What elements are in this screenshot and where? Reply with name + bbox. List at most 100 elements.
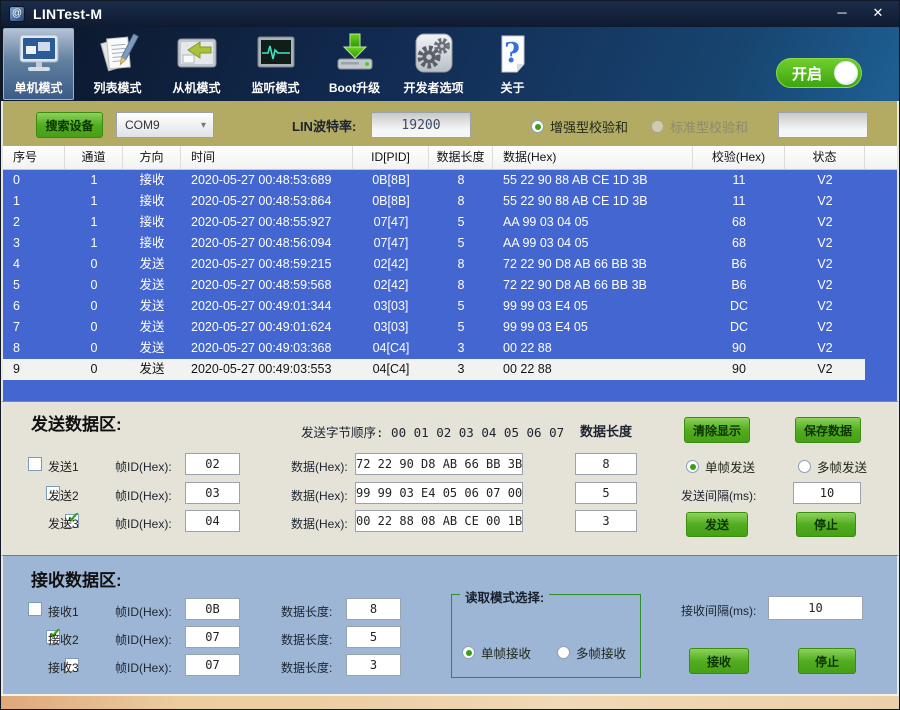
cell-time: 2020-05-27 00:48:59:568 bbox=[181, 275, 353, 296]
cell-checksum: DC bbox=[693, 317, 785, 338]
single-frame-send-label: 单帧发送 bbox=[705, 457, 755, 476]
table-row[interactable]: 4 0 发送 2020-05-27 00:48:59:215 02[42] 8 … bbox=[3, 254, 865, 275]
cell-status: V2 bbox=[785, 338, 865, 359]
cell-status: V2 bbox=[785, 170, 865, 191]
cell-checksum: 68 bbox=[693, 212, 785, 233]
cell-id-pid: 02[42] bbox=[353, 254, 429, 275]
multi-frame-send-radio[interactable]: 多帧发送 bbox=[798, 457, 867, 476]
toolbar-item-about[interactable]: ? 关于 bbox=[477, 28, 548, 100]
radio-dot bbox=[462, 646, 475, 659]
receive-button[interactable]: 接收 bbox=[689, 648, 749, 674]
enhanced-checksum-radio[interactable]: 增强型校验和 bbox=[531, 117, 628, 136]
toolbar-item-listen-mode[interactable]: 监听模式 bbox=[240, 28, 311, 100]
send2-frame-id-input[interactable] bbox=[185, 482, 240, 504]
receive1-frame-id-input[interactable] bbox=[185, 598, 240, 620]
cell-channel: 1 bbox=[65, 170, 123, 191]
search-device-button[interactable]: 搜索设备 bbox=[36, 112, 103, 138]
send1-data-input[interactable] bbox=[355, 453, 523, 475]
cell-data-length: 8 bbox=[429, 191, 493, 212]
cell-direction: 发送 bbox=[123, 317, 181, 338]
send-interval-input[interactable] bbox=[793, 482, 861, 504]
data-length-label: 数据长度: bbox=[281, 631, 332, 648]
close-button[interactable]: ✕ bbox=[863, 4, 893, 24]
table-row[interactable]: 9 0 发送 2020-05-27 00:49:03:553 04[C4] 3 … bbox=[3, 359, 865, 380]
table-row[interactable]: 5 0 发送 2020-05-27 00:48:59:568 02[42] 8 … bbox=[3, 275, 865, 296]
cell-checksum: 68 bbox=[693, 233, 785, 254]
table-row[interactable]: 3 1 接收 2020-05-27 00:48:56:094 07[47] 5 … bbox=[3, 233, 865, 254]
cell-status: V2 bbox=[785, 191, 865, 212]
receive-interval-label: 接收间隔(ms): bbox=[681, 602, 756, 619]
send1-length-input[interactable] bbox=[575, 453, 637, 475]
clear-display-button[interactable]: 清除显示 bbox=[684, 417, 750, 443]
send1-checkbox[interactable] bbox=[28, 457, 42, 471]
standard-checksum-label: 标准型校验和 bbox=[670, 117, 748, 136]
cell-index: 6 bbox=[3, 296, 65, 317]
cell-status: V2 bbox=[785, 317, 865, 338]
send-stop-button[interactable]: 停止 bbox=[796, 512, 856, 537]
toolbar-item-list-mode[interactable]: 列表模式 bbox=[82, 28, 153, 100]
cell-checksum: 90 bbox=[693, 359, 785, 380]
receive-stop-button[interactable]: 停止 bbox=[798, 648, 856, 674]
receive2-length-input[interactable] bbox=[346, 626, 401, 648]
minimize-button[interactable]: ─ bbox=[827, 4, 857, 24]
baud-rate-input[interactable] bbox=[371, 112, 471, 138]
data-length-header: 数据长度 bbox=[568, 421, 644, 440]
cell-id-pid: 07[47] bbox=[353, 212, 429, 233]
send1-frame-id-input[interactable] bbox=[185, 453, 240, 475]
frame-id-label: 帧ID(Hex): bbox=[115, 515, 172, 532]
receive2-frame-id-input[interactable] bbox=[185, 626, 240, 648]
cell-id-pid: 0B[8B] bbox=[353, 191, 429, 212]
receive-interval-input[interactable] bbox=[768, 596, 863, 620]
frame-id-label: 帧ID(Hex): bbox=[115, 487, 172, 504]
table-row[interactable]: 6 0 发送 2020-05-27 00:49:01:344 03[03] 5 … bbox=[3, 296, 865, 317]
data-hex-label: 数据(Hex): bbox=[291, 458, 348, 475]
single-frame-receive-radio[interactable]: 单帧接收 bbox=[462, 643, 531, 662]
save-data-button[interactable]: 保存数据 bbox=[795, 417, 861, 443]
cell-id-pid: 04[C4] bbox=[353, 359, 429, 380]
standard-checksum-radio[interactable]: 标准型校验和 bbox=[651, 117, 748, 136]
receive1-checkbox[interactable] bbox=[28, 602, 42, 616]
cell-data-length: 3 bbox=[429, 359, 493, 380]
cell-status: V2 bbox=[785, 212, 865, 233]
receive1-label: 接收1 bbox=[48, 603, 79, 620]
cell-data-hex: 00 22 88 bbox=[493, 338, 693, 359]
data-length-label: 数据长度: bbox=[281, 603, 332, 620]
table-row[interactable]: 7 0 发送 2020-05-27 00:49:01:624 03[03] 5 … bbox=[3, 317, 865, 338]
send2-data-input[interactable] bbox=[355, 482, 523, 504]
receive-section-title: 接收数据区: bbox=[31, 566, 122, 591]
cell-index: 4 bbox=[3, 254, 65, 275]
cell-checksum: 90 bbox=[693, 338, 785, 359]
toolbar-item-label: 列表模式 bbox=[93, 79, 141, 96]
single-frame-send-radio[interactable]: 单帧发送 bbox=[686, 457, 755, 476]
aux-input[interactable] bbox=[778, 112, 868, 138]
com-port-select[interactable]: COM9 ▾ bbox=[116, 112, 214, 138]
toolbar-item-boot-upgrade[interactable]: Boot升级 bbox=[319, 28, 390, 100]
cell-index: 0 bbox=[3, 170, 65, 191]
table-row[interactable]: 1 1 接收 2020-05-27 00:48:53:864 0B[8B] 8 … bbox=[3, 191, 865, 212]
toolbar-item-slave-mode[interactable]: 从机模式 bbox=[161, 28, 232, 100]
multi-frame-receive-radio[interactable]: 多帧接收 bbox=[557, 643, 626, 662]
cell-checksum: B6 bbox=[693, 254, 785, 275]
send2-label: 发送2 bbox=[48, 487, 79, 504]
send3-frame-id-input[interactable] bbox=[185, 510, 240, 532]
table-row[interactable]: 0 1 接收 2020-05-27 00:48:53:689 0B[8B] 8 … bbox=[3, 170, 865, 191]
table-row[interactable]: 8 0 发送 2020-05-27 00:49:03:368 04[C4] 3 … bbox=[3, 338, 865, 359]
start-toggle[interactable]: 开启 bbox=[776, 58, 862, 88]
receive3-frame-id-input[interactable] bbox=[185, 654, 240, 676]
send2-length-input[interactable] bbox=[575, 482, 637, 504]
radio-dot bbox=[686, 460, 699, 473]
send3-length-input[interactable] bbox=[575, 510, 637, 532]
receive3-length-input[interactable] bbox=[346, 654, 401, 676]
gears-icon bbox=[412, 33, 456, 75]
toolbar-item-standalone-mode[interactable]: 单机模式 bbox=[3, 28, 74, 100]
send-button[interactable]: 发送 bbox=[686, 512, 748, 537]
toolbar-item-developer-options[interactable]: 开发者选项 bbox=[398, 28, 469, 100]
table-row[interactable]: 2 1 接收 2020-05-27 00:48:55:927 07[47] 5 … bbox=[3, 212, 865, 233]
notepad-pencil-icon bbox=[96, 33, 140, 75]
send3-data-input[interactable] bbox=[355, 510, 523, 532]
receive3-label: 接收3 bbox=[48, 659, 79, 676]
start-toggle-label: 开启 bbox=[792, 63, 822, 84]
receive1-length-input[interactable] bbox=[346, 598, 401, 620]
cell-channel: 0 bbox=[65, 359, 123, 380]
cell-channel: 0 bbox=[65, 254, 123, 275]
